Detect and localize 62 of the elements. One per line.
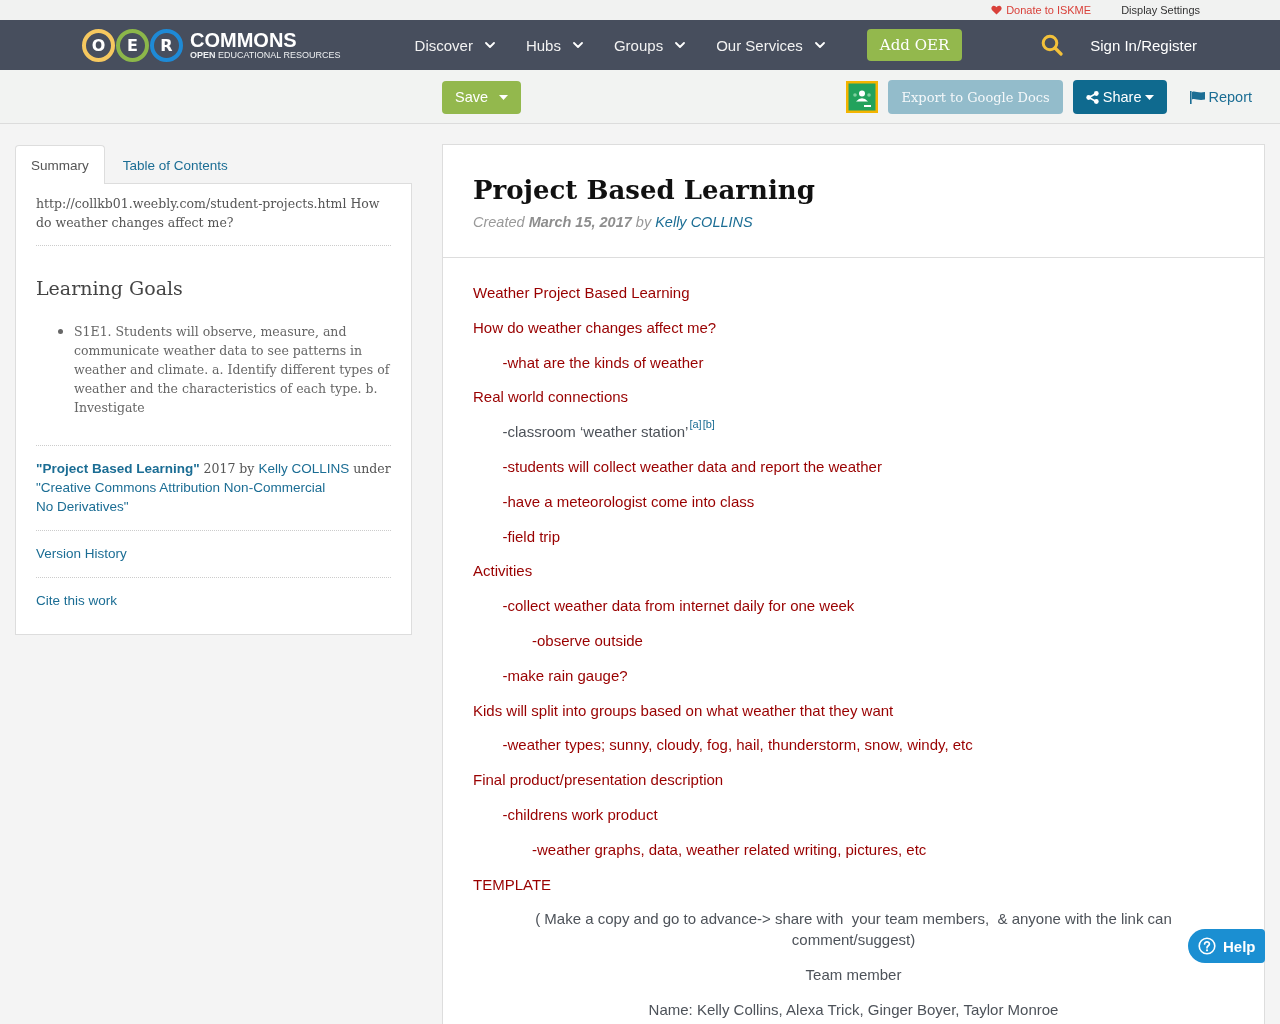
sidebar-link[interactable]: Version History bbox=[36, 546, 127, 561]
summary-text: http://collkb01.weebly.com/student-projects.html How do weather changes affect me? bbox=[36, 195, 381, 232]
footnote-link[interactable]: [b] bbox=[702, 418, 715, 431]
caret-icon bbox=[499, 94, 509, 100]
resource-title-link[interactable]: "Project Based Learning" bbox=[36, 461, 200, 476]
outline-text: Real world connections bbox=[473, 387, 629, 408]
outline-text: -make rain gauge? bbox=[502, 665, 628, 686]
document-title: Project Based Learning bbox=[473, 174, 815, 207]
outline-text: Weather Project Based Learning bbox=[473, 283, 690, 303]
outline-text: TEMPLATE bbox=[473, 874, 552, 895]
nav-menu-item[interactable]: Discover bbox=[414, 36, 495, 54]
help-button[interactable]: Help bbox=[1188, 929, 1265, 963]
author-link[interactable]: Kelly COLLINS bbox=[655, 214, 753, 230]
classroom-share-button[interactable] bbox=[846, 81, 879, 113]
logo-letter: E bbox=[116, 28, 149, 62]
outline-text: -childrens work product bbox=[502, 804, 658, 825]
outline-text: -collect weather data from internet daily for one week bbox=[502, 596, 855, 617]
author-link[interactable]: Kelly COLLINS bbox=[258, 461, 350, 476]
attribution-text: "Project Based Learning" 2017 by Kelly COLLINS under "Creative Commons Attribution Non-Commercial No Derivatives" bbox=[36, 460, 391, 516]
question-circle-icon bbox=[1198, 937, 1216, 955]
search-icon bbox=[1041, 34, 1064, 56]
share-button[interactable]: Share bbox=[1072, 80, 1168, 114]
template-note: Name: Kelly Collins, Alexa Trick, Ginger Boyer, Taylor Monroe bbox=[647, 999, 1060, 1020]
license-link[interactable]: "Creative Commons Attribution Non-Commercial No Derivatives" bbox=[36, 478, 343, 516]
outline-text: -observe outside bbox=[532, 630, 643, 651]
chalkboard-person-icon bbox=[846, 81, 879, 113]
share-icon bbox=[1085, 90, 1099, 104]
footnote-link[interactable]: [a] bbox=[689, 418, 702, 431]
outline-text: -field trip bbox=[502, 526, 561, 547]
logo-tagline: OPEN EDUCATIONAL RESOURCES bbox=[190, 50, 341, 60]
outline-text: -students will collect weather data and report the weather bbox=[502, 457, 882, 477]
template-note: ( Make a copy and go to advance-> share with your team members, & anyone with the link can comment/suggest) bbox=[534, 909, 1173, 951]
sidebar-link[interactable]: Cite this work bbox=[36, 593, 118, 608]
nav-menu-item[interactable]: Groups bbox=[613, 36, 686, 54]
display-settings-link[interactable]: Display Settings bbox=[1121, 4, 1200, 16]
sidebar-tab[interactable]: Table of Contents bbox=[106, 145, 244, 184]
sign-in-link[interactable]: Sign In/Register bbox=[1090, 36, 1197, 54]
bullet-icon bbox=[58, 329, 63, 334]
outline-text: -have a meteorologist come into class bbox=[502, 491, 755, 512]
donate-link[interactable]: Donate to ISKME bbox=[991, 4, 1092, 16]
outline-text: Kids will split into groups based on what weather that they want bbox=[473, 700, 894, 721]
report-link[interactable]: Report bbox=[1190, 89, 1252, 105]
byline-text: Created March 15, 2017 by Kelly COLLINS bbox=[473, 213, 753, 232]
flag-icon bbox=[1190, 90, 1206, 104]
outline-text: -weather types; sunny, cloudy, fog, hail, thunderstorm, snow, windy, etc bbox=[502, 735, 973, 756]
outline-text: -what are the kinds of weather bbox=[502, 352, 704, 373]
nav-menu-item[interactable]: Our Services bbox=[716, 36, 825, 54]
section-heading: Learning Goals bbox=[36, 276, 184, 300]
sidebar-tab[interactable]: Summary bbox=[15, 145, 105, 184]
logo-letter: R bbox=[150, 28, 183, 62]
template-note: Team member bbox=[804, 965, 903, 986]
outline-text: Activities bbox=[473, 561, 533, 582]
caret-icon bbox=[1145, 94, 1155, 100]
search-button[interactable] bbox=[1041, 34, 1064, 56]
logo-wordmark: COMMONS bbox=[190, 30, 298, 50]
goal-text: S1E1. Students will observe, measure, and communicate weather data to see patterns in weather and climate. a. Identify different types of weather and the characteristics of each type. b. Investigate bbox=[74, 323, 391, 417]
logo-letter: O bbox=[82, 28, 115, 62]
nav-menu-item[interactable]: Hubs bbox=[525, 36, 583, 54]
outline-text: -weather graphs, data, weather related writing, pictures, etc bbox=[532, 839, 927, 860]
heart-icon bbox=[991, 5, 1003, 15]
outline-text: Final product/presentation description bbox=[473, 770, 724, 791]
outline-text: How do weather changes affect me? bbox=[473, 317, 717, 338]
